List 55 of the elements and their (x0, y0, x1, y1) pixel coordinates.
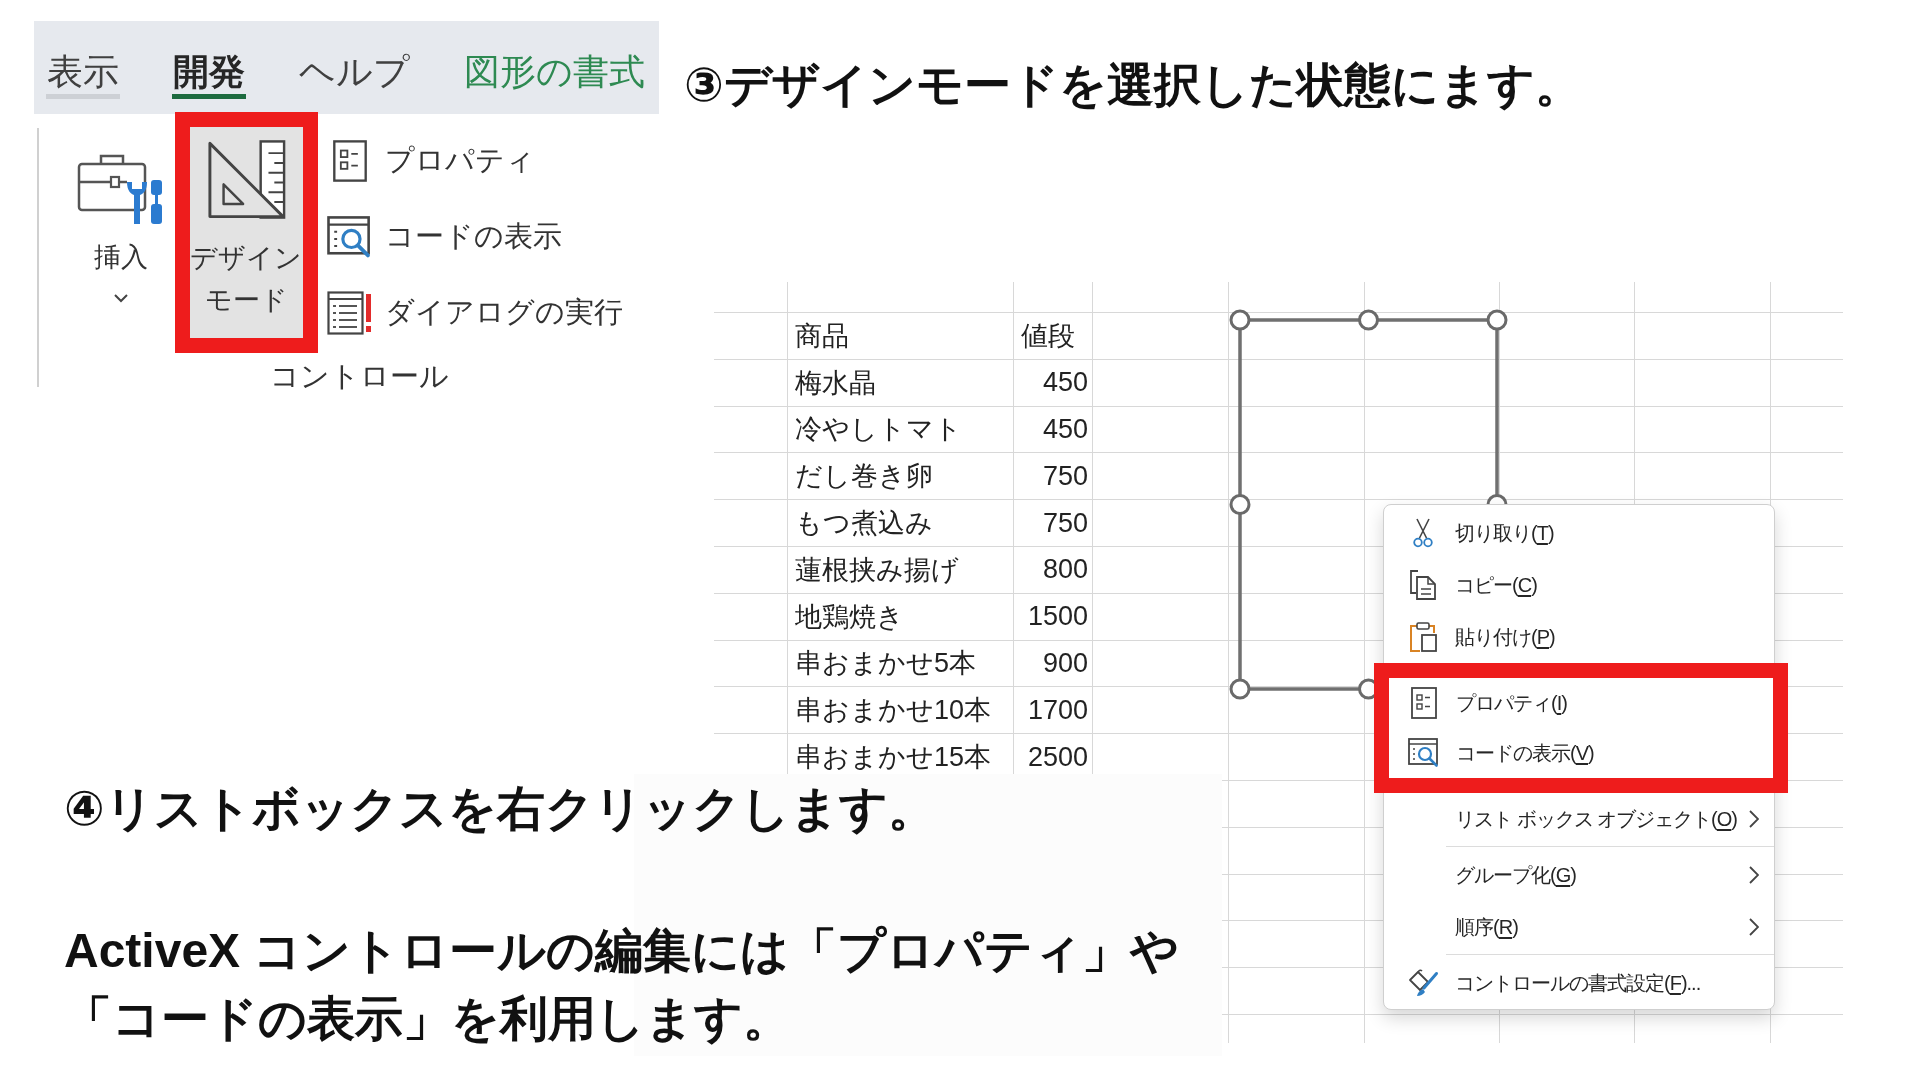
table-cell-text: 地鶏焼き (794, 600, 905, 634)
table-cell-text: 蓮根挟み揚げ (794, 553, 960, 587)
paint-brush-icon (1407, 968, 1439, 998)
table-cell-text: 串おまかせ15本 (794, 741, 993, 775)
chevron-right-icon (1749, 810, 1759, 828)
design-mode-button[interactable]: デザインモード (190, 127, 303, 338)
insert-button[interactable]: 挿入 (65, 114, 177, 325)
window-search-icon (327, 215, 373, 259)
list-alert-icon (327, 291, 373, 335)
table-cell-text: 900 (1041, 646, 1089, 680)
table-cell-text: 冷やしトマト (794, 413, 963, 447)
table-cell-text: 800 (1041, 553, 1089, 587)
table-cell-text: 梅水晶 (794, 366, 877, 400)
table-cell-text: もつ煮込み (794, 507, 934, 541)
set-square-ruler-icon (205, 139, 288, 220)
menu-item[interactable]: コピー(C) (1384, 559, 1774, 611)
step-heading: ④リストボックスを右クリックします。 (64, 781, 936, 837)
table-cell-text: 2500 (1026, 740, 1089, 774)
table-cell-text: 1500 (1026, 600, 1089, 634)
table-cell-text: 1700 (1026, 693, 1089, 727)
menu-item[interactable]: プロパティ(I) (1389, 678, 1773, 728)
menu-item[interactable]: グループ化(G) (1384, 849, 1774, 901)
ribbon-tab[interactable]: 開発 (172, 50, 246, 99)
scissors-icon (1412, 518, 1434, 548)
ribbon-tab[interactable]: ヘルプ (298, 50, 411, 99)
group-label: コントロール (270, 359, 450, 394)
ribbon-tab[interactable]: 表示 (46, 50, 120, 99)
description-text: ActiveX コントロールの編集には「プロパティ」や「コードの表示」を利用します。 (64, 923, 1181, 1047)
ribbon-tab[interactable]: 図形の書式 (463, 50, 646, 99)
chevron-right-icon (1749, 866, 1759, 884)
table-cell-text: 商品 (794, 319, 850, 353)
menu-item[interactable]: コントロールの書式設定(F)... (1384, 957, 1774, 1009)
form-list-icon (333, 140, 367, 182)
menu-item[interactable]: リスト ボックス オブジェクト(O) (1384, 793, 1774, 845)
step-heading: ③デザインモードを選択した状態にます。 (684, 57, 1583, 113)
ribbon-button[interactable]: プロパティ (327, 136, 623, 186)
table-cell-text: 450 (1041, 366, 1089, 400)
menu-item[interactable]: 順序(R) (1384, 901, 1774, 953)
menu-item[interactable]: 貼り付け(P) (1384, 611, 1774, 663)
copy-icon (1408, 569, 1438, 601)
ribbon-button[interactable]: コードの表示 (327, 212, 623, 262)
table-cell-text: 串おまかせ10本 (794, 694, 993, 728)
chevron-right-icon (1749, 918, 1759, 936)
menu-item[interactable]: 切り取り(T) (1384, 507, 1774, 559)
form-list-icon (1411, 687, 1437, 719)
window-search-icon (1408, 738, 1440, 768)
menu-item[interactable]: コードの表示(V) (1389, 728, 1773, 778)
table-cell-text: 値段 (1020, 319, 1076, 353)
table-cell-text: 750 (1041, 459, 1089, 493)
ribbon-button[interactable]: ダイアログの実行 (327, 288, 623, 338)
table-cell-text: 750 (1041, 506, 1089, 540)
table-cell-text: 串おまかせ5本 (794, 647, 978, 681)
table-cell-text: 450 (1041, 413, 1089, 446)
table-cell-text: だし巻き卵 (794, 460, 934, 494)
clipboard-icon (1408, 621, 1438, 653)
